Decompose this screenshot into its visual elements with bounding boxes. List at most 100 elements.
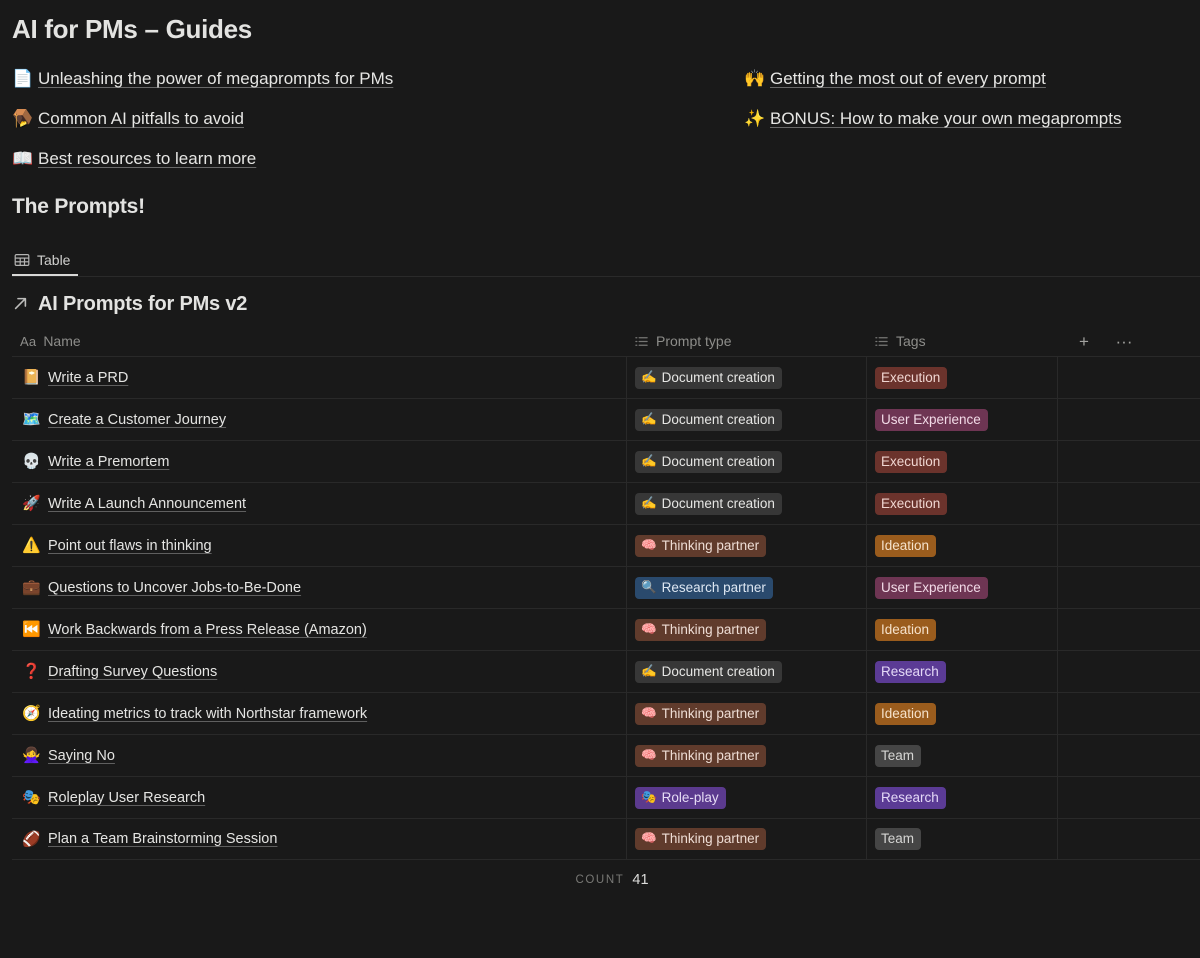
table-body: 📔 Write a PRD ✍️ Document creation Execution… bbox=[12, 356, 1200, 861]
cell-prompt-type[interactable]: ✍️ Document creation bbox=[626, 483, 866, 525]
cell-empty bbox=[1057, 483, 1200, 525]
table-row[interactable]: 🏈 Plan a Team Brainstorming Session 🧠 Think… bbox=[12, 818, 1200, 861]
cell-prompt-type[interactable]: 🧠 Thinking partner bbox=[626, 609, 866, 651]
cell-prompt-type[interactable]: ✍️ Document creation bbox=[626, 399, 866, 441]
guide-link[interactable]: 📖 Best resources to learn more bbox=[12, 147, 712, 187]
cell-empty bbox=[1057, 609, 1200, 651]
database-view-tabs: Table bbox=[0, 243, 1200, 278]
table-row[interactable]: 🙅‍♀️ Saying No 🧠 Thinking partner Team bbox=[12, 734, 1200, 777]
cell-prompt-type[interactable]: 🧠 Thinking partner bbox=[626, 735, 866, 777]
row-emoji-icon: 🙅‍♀️ bbox=[22, 747, 41, 765]
cell-tags[interactable]: Ideation bbox=[866, 525, 1057, 567]
cell-name[interactable]: 🏈 Plan a Team Brainstorming Session bbox=[12, 819, 626, 859]
count-value[interactable]: 41 bbox=[632, 872, 648, 888]
cell-name[interactable]: 💀 Write a Premortem bbox=[12, 441, 626, 482]
prompt-type-label: Document creation bbox=[661, 369, 775, 385]
row-name-link[interactable]: Roleplay User Research bbox=[48, 790, 205, 806]
table-row[interactable]: 🚀 Write A Launch Announcement ✍️ Document c… bbox=[12, 482, 1200, 525]
row-name-link[interactable]: Drafting Survey Questions bbox=[48, 664, 217, 680]
cell-tags[interactable]: User Experience bbox=[866, 399, 1057, 441]
more-options-button[interactable]: ··· bbox=[1115, 332, 1133, 350]
cell-tags[interactable]: Execution bbox=[866, 483, 1057, 525]
row-name-link[interactable]: Write a PRD bbox=[48, 370, 128, 386]
guide-link[interactable]: 🪤 Common AI pitfalls to avoid bbox=[12, 107, 712, 147]
cell-tags[interactable]: Ideation bbox=[866, 693, 1057, 735]
table-row[interactable]: 💀 Write a Premortem ✍️ Document creation Exe… bbox=[12, 440, 1200, 483]
column-header-tags[interactable]: Tags bbox=[866, 333, 1057, 349]
cell-name[interactable]: 📔 Write a PRD bbox=[12, 357, 626, 398]
prompt-type-pill: 🧠 Thinking partner bbox=[635, 828, 767, 851]
cell-tags[interactable]: Team bbox=[866, 735, 1057, 777]
page-icon: 📄 bbox=[12, 69, 34, 89]
cell-tags[interactable]: Ideation bbox=[866, 609, 1057, 651]
row-name-link[interactable]: Saying No bbox=[48, 748, 115, 764]
cell-prompt-type[interactable]: 🧠 Thinking partner bbox=[626, 525, 866, 567]
table-row[interactable]: 🗺️ Create a Customer Journey ✍️ Document cr… bbox=[12, 398, 1200, 441]
row-name-link[interactable]: Work Backwards from a Press Release (Ama… bbox=[48, 622, 367, 638]
cell-tags[interactable]: Execution bbox=[866, 357, 1057, 399]
cell-tags[interactable]: Research bbox=[866, 777, 1057, 819]
row-name-link[interactable]: Write a Premortem bbox=[48, 454, 169, 470]
table-row[interactable]: 📔 Write a PRD ✍️ Document creation Execution bbox=[12, 356, 1200, 399]
row-name-link[interactable]: Write A Launch Announcement bbox=[48, 496, 246, 512]
cell-prompt-type[interactable]: 🔍 Research partner bbox=[626, 567, 866, 609]
cell-name[interactable]: ⚠️ Point out flaws in thinking bbox=[12, 525, 626, 566]
cell-name[interactable]: 🚀 Write A Launch Announcement bbox=[12, 483, 626, 524]
open-book-icon: 📖 bbox=[12, 149, 34, 169]
guide-link[interactable]: 📄 Unleashing the power of megaprompts for… bbox=[12, 67, 712, 107]
arrow-up-right-icon bbox=[12, 295, 29, 315]
cell-prompt-type[interactable]: 🧠 Thinking partner bbox=[626, 819, 866, 860]
database-title-row[interactable]: AI Prompts for PMs v2 bbox=[0, 277, 1200, 326]
database-title: AI Prompts for PMs v2 bbox=[38, 293, 248, 316]
tag-pill: Ideation bbox=[875, 618, 937, 641]
row-name-link[interactable]: Point out flaws in thinking bbox=[48, 538, 212, 554]
cell-prompt-type[interactable]: 🧠 Thinking partner bbox=[626, 693, 866, 735]
cell-empty bbox=[1057, 525, 1200, 567]
table-row[interactable]: ⏮️ Work Backwards from a Press Release (A… bbox=[12, 608, 1200, 651]
tab-table[interactable]: Table bbox=[12, 243, 79, 277]
guide-link-label: Unleashing the power of megaprompts for … bbox=[38, 69, 394, 89]
prompt-type-pill: 🧠 Thinking partner bbox=[635, 702, 767, 725]
row-emoji-icon: 🚀 bbox=[22, 495, 41, 513]
tag-pill: Ideation bbox=[875, 702, 937, 725]
cell-tags[interactable]: User Experience bbox=[866, 567, 1057, 609]
cell-name[interactable]: 🧭 Ideating metrics to track with Northsta… bbox=[12, 693, 626, 734]
guide-link[interactable]: 🙌 Getting the most out of every prompt bbox=[744, 67, 1200, 107]
table-row[interactable]: ⚠️ Point out flaws in thinking 🧠 Thinking p… bbox=[12, 524, 1200, 567]
guide-links-right-column: 🙌 Getting the most out of every prompt ✨ BO… bbox=[744, 67, 1200, 147]
cell-tags[interactable]: Research bbox=[866, 651, 1057, 693]
prompt-type-emoji-icon: ✍️ bbox=[641, 663, 657, 678]
column-header-actions: + ··· bbox=[1057, 332, 1200, 350]
prompt-type-emoji-icon: 🧠 bbox=[641, 705, 657, 720]
cell-tags[interactable]: Team bbox=[866, 819, 1057, 860]
table-row[interactable]: 💼 Questions to Uncover Jobs-to-Be-Done 🔍 Re… bbox=[12, 566, 1200, 609]
row-name-link[interactable]: Ideating metrics to track with Northstar… bbox=[48, 706, 367, 722]
cell-prompt-type[interactable]: ✍️ Document creation bbox=[626, 441, 866, 483]
tag-pill: User Experience bbox=[875, 576, 988, 599]
cell-prompt-type[interactable]: ✍️ Document creation bbox=[626, 651, 866, 693]
cell-name[interactable]: ⏮️ Work Backwards from a Press Release (A… bbox=[12, 609, 626, 650]
add-column-button[interactable]: + bbox=[1075, 332, 1093, 350]
column-header-prompt-type[interactable]: Prompt type bbox=[626, 333, 866, 349]
cell-name[interactable]: 🙅‍♀️ Saying No bbox=[12, 735, 626, 776]
tag-pill: Ideation bbox=[875, 534, 937, 557]
table-row[interactable]: 🧭 Ideating metrics to track with Northsta… bbox=[12, 692, 1200, 735]
row-name-link[interactable]: Questions to Uncover Jobs-to-Be-Done bbox=[48, 580, 301, 596]
guide-link[interactable]: ✨ BONUS: How to make your own megaprompts bbox=[744, 107, 1200, 147]
cell-name[interactable]: 🗺️ Create a Customer Journey bbox=[12, 399, 626, 440]
cell-name[interactable]: 💼 Questions to Uncover Jobs-to-Be-Done bbox=[12, 567, 626, 608]
multi-select-icon bbox=[634, 334, 649, 349]
cell-tags[interactable]: Execution bbox=[866, 441, 1057, 483]
cell-name[interactable]: 🎭 Roleplay User Research bbox=[12, 777, 626, 818]
cell-prompt-type[interactable]: ✍️ Document creation bbox=[626, 357, 866, 399]
cell-name[interactable]: ❓ Drafting Survey Questions bbox=[12, 651, 626, 692]
row-emoji-icon: 🗺️ bbox=[22, 411, 41, 429]
row-name-link[interactable]: Create a Customer Journey bbox=[48, 412, 226, 428]
table-row[interactable]: 🎭 Roleplay User Research 🎭 Role-play Researc… bbox=[12, 776, 1200, 819]
tag-pill: Research bbox=[875, 660, 946, 683]
column-header-name[interactable]: Aa Name bbox=[12, 333, 626, 349]
row-name-link[interactable]: Plan a Team Brainstorming Session bbox=[48, 831, 277, 847]
prompt-type-pill: 🎭 Role-play bbox=[635, 786, 726, 809]
cell-prompt-type[interactable]: 🎭 Role-play bbox=[626, 777, 866, 819]
table-row[interactable]: ❓ Drafting Survey Questions ✍️ Document cre… bbox=[12, 650, 1200, 693]
